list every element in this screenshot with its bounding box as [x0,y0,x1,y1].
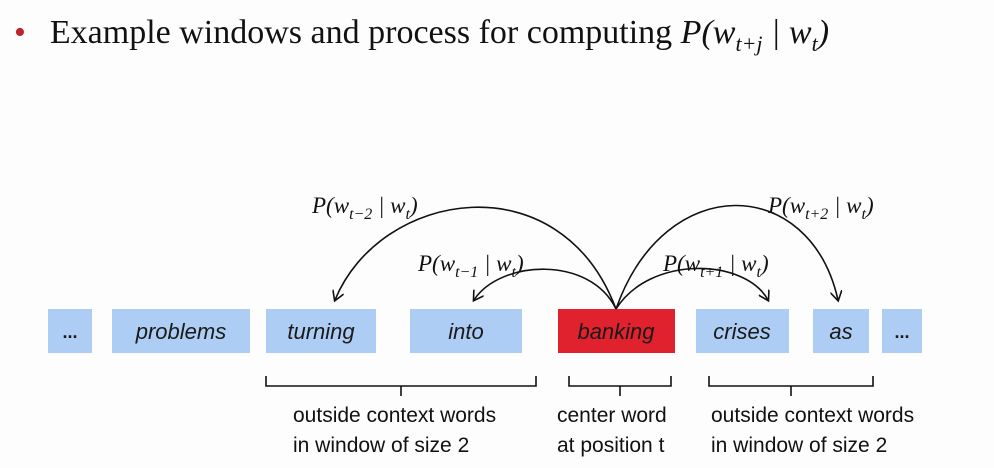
skipgram-diagram: ... problems turning into banking crises… [48,193,922,396]
word-crises: crises [713,319,770,344]
prob-t-minus-2: P(wt−2 | wt) [311,193,418,223]
caption-right-line1: outside context words [711,404,915,427]
word-ellipsis-left: ... [62,322,77,342]
caption-left-context: outside context words in window of size … [293,401,496,461]
bracket-left-context [265,376,537,396]
caption-center-line1: center word [557,404,667,427]
prob-t-minus-1: P(wt−1 | wt) [417,251,524,281]
caption-right-line2: in window of size 2 [711,434,888,457]
word-problems: problems [135,319,226,344]
word-as: as [829,319,852,344]
arrow-t-minus-2 [335,206,617,310]
caption-left-line1: outside context words [293,404,497,427]
caption-left-line2: in window of size 2 [293,434,470,457]
caption-right-context: outside context words in window of size … [711,401,914,461]
word-ellipsis-right: ... [894,322,909,342]
word-banking: banking [577,319,655,344]
word-into: into [448,319,483,344]
bracket-center [568,376,672,396]
prob-t-plus-1: P(wt+1 | wt) [662,251,769,281]
bracket-right-context [708,376,874,396]
word-turning: turning [287,319,355,344]
caption-center-line2: at position t [557,434,665,457]
caption-center: center word at position t [557,401,667,461]
